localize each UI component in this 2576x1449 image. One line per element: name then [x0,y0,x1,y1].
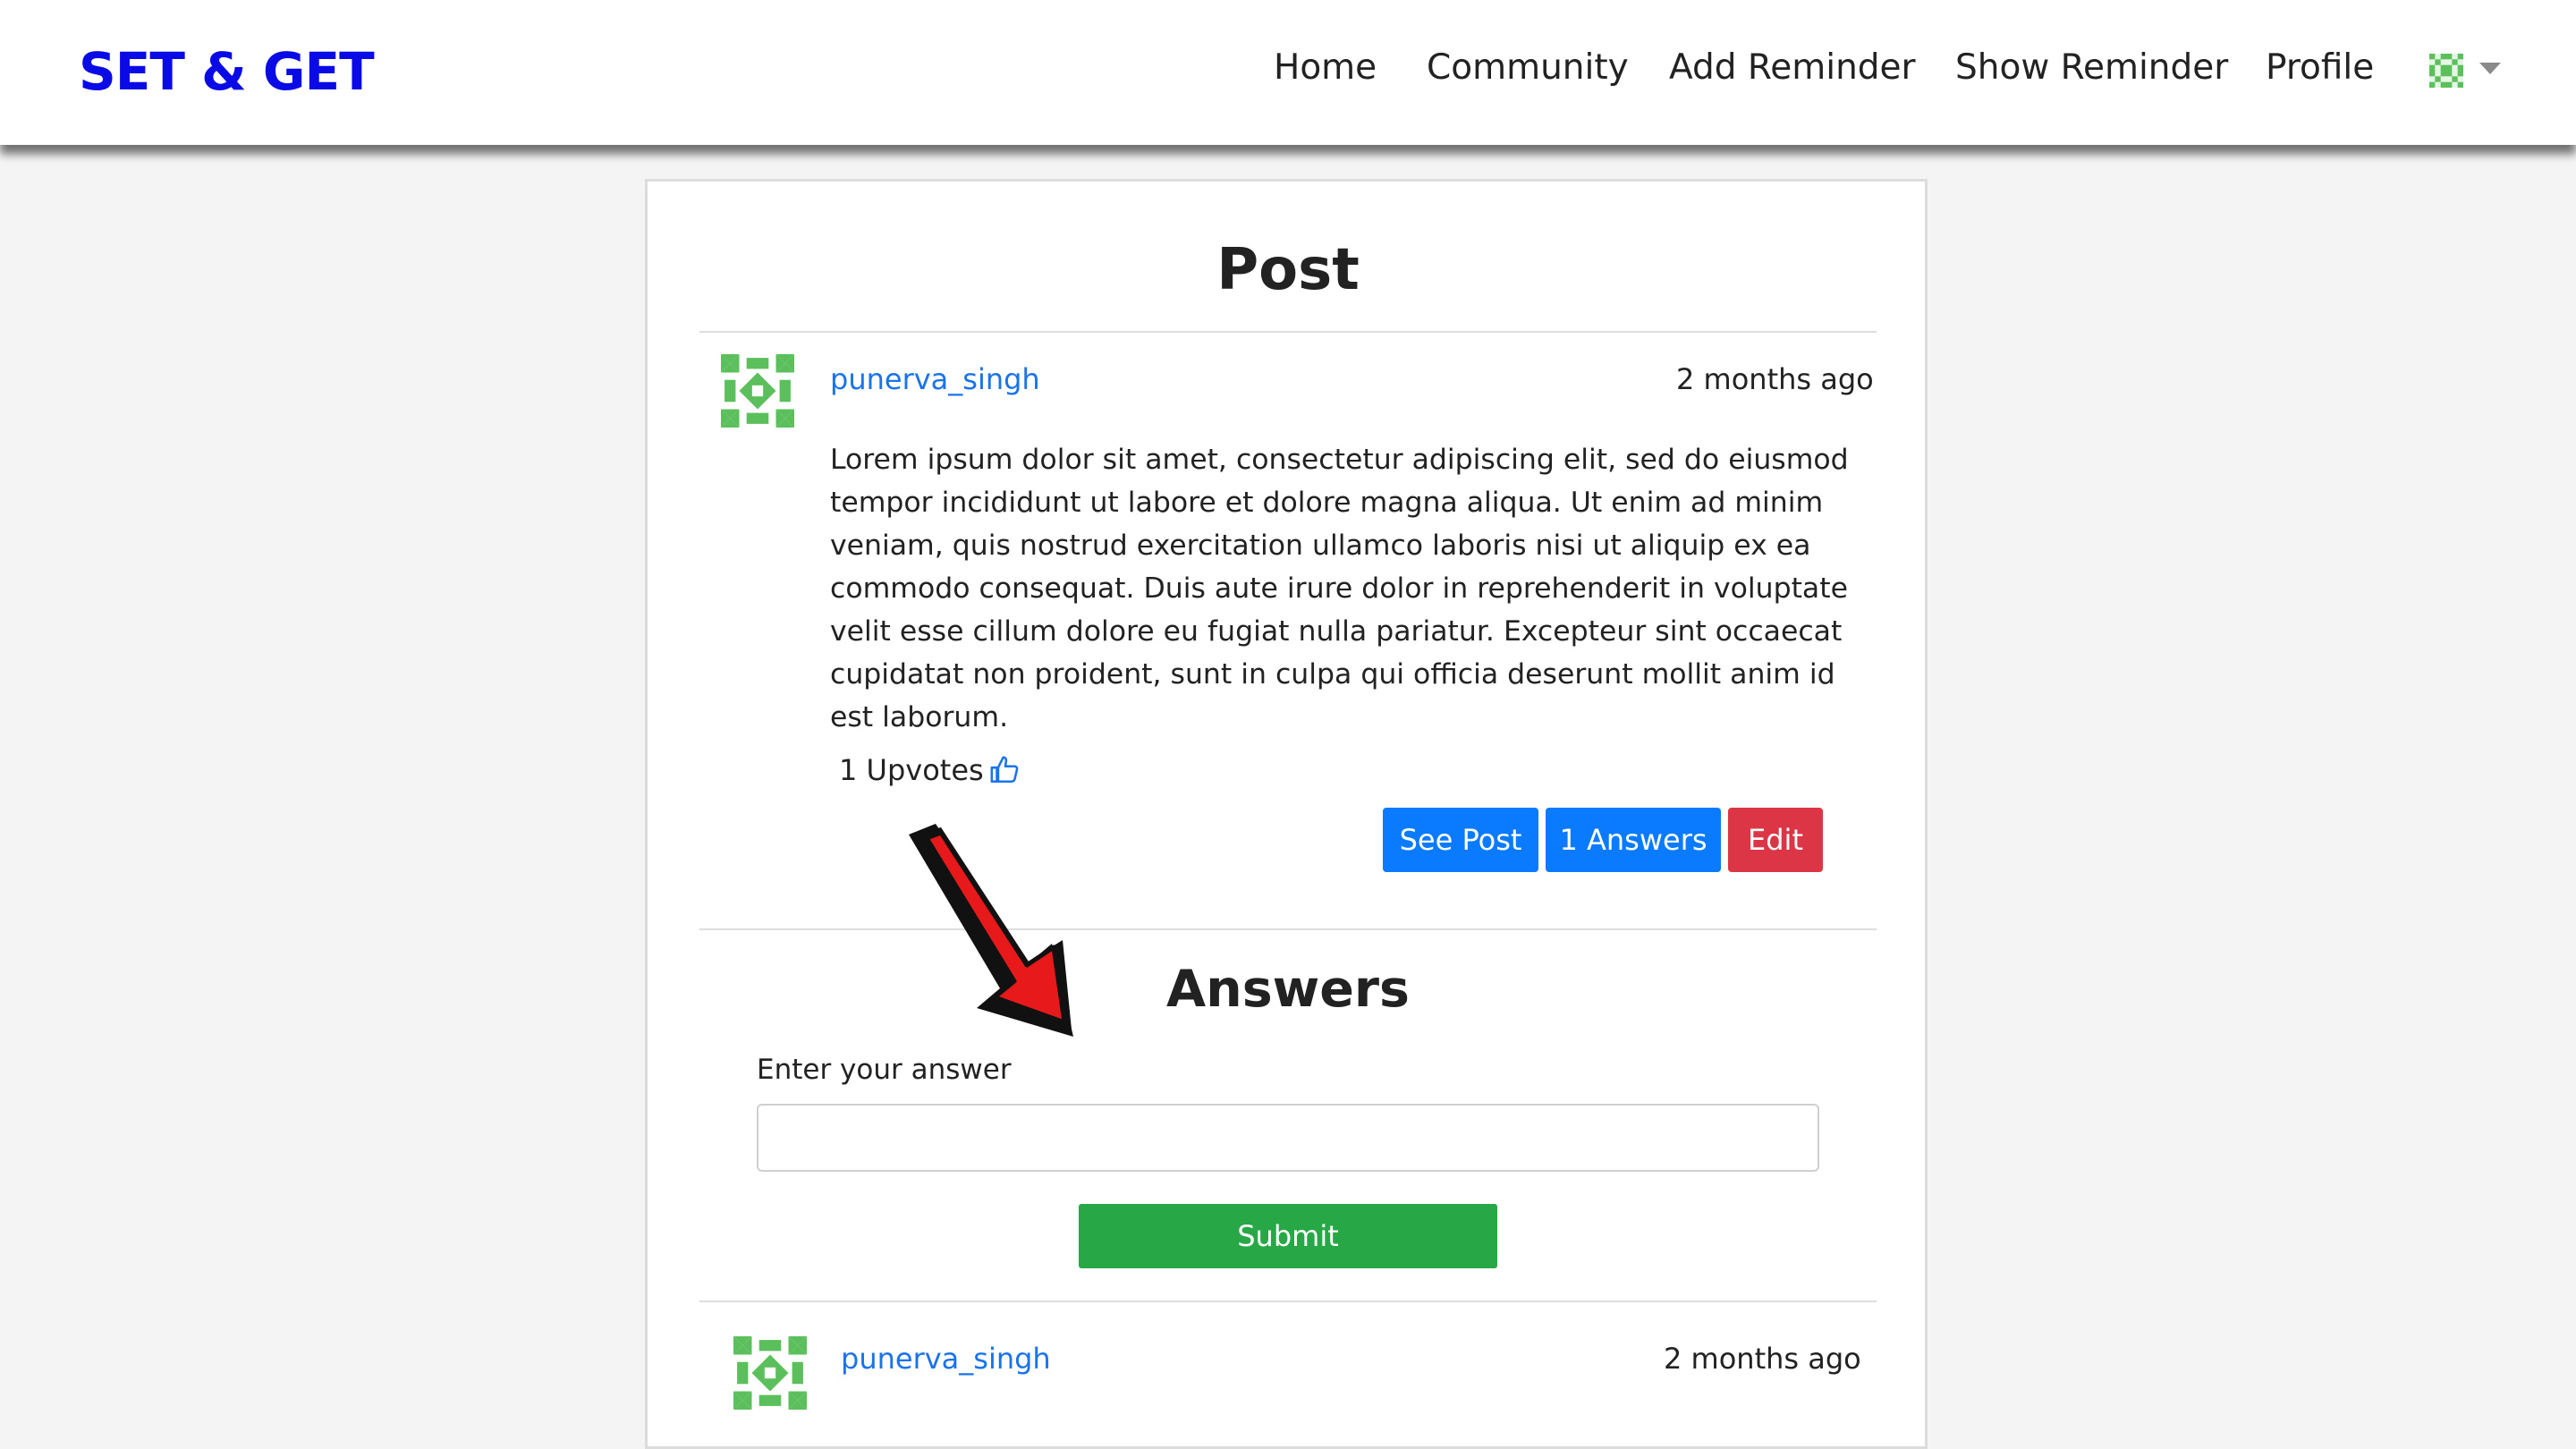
edit-button[interactable]: Edit [1728,808,1823,872]
nav-add-reminder[interactable]: Add Reminder [1669,43,1916,93]
answer-input[interactable] [757,1104,1819,1172]
post-body: Lorem ipsum dolor sit amet, consectetur … [830,444,1849,733]
nav-show-reminder[interactable]: Show Reminder [1955,43,2228,93]
answers-title: Answers [1166,960,1410,1019]
post-author-avatar-icon [721,354,794,428]
page-title: Post [1216,237,1360,303]
navbar: SET & GET Home Community Add Reminder Sh… [0,0,2576,145]
annotation-arrow-icon [909,824,1073,1037]
see-post-button[interactable]: See Post [1383,808,1538,872]
upvotes-label: 1 Upvotes [839,753,984,787]
upvotes: 1 Upvotes [839,750,1020,791]
brand-logo[interactable]: SET & GET [79,36,375,107]
caret-down-icon[interactable] [2479,63,2501,74]
divider [699,928,1877,930]
nav-community[interactable]: Community [1427,43,1629,93]
nav-home[interactable]: Home [1274,43,1377,93]
divider [699,331,1877,333]
answer-input-label: Enter your answer [757,1054,1012,1086]
post-author-username[interactable]: punerva_singh [830,360,1040,399]
thumbs-up-icon[interactable] [989,754,1020,786]
user-avatar-icon[interactable] [2429,54,2463,88]
answer-author-avatar-icon [733,1336,807,1410]
answer-author-username[interactable]: punerva_singh [841,1339,1051,1378]
answer-timestamp: 2 months ago [1664,1342,1861,1376]
post-timestamp: 2 months ago [1676,362,1874,396]
nav-profile[interactable]: Profile [2266,43,2374,93]
answers-button[interactable]: 1 Answers [1546,808,1721,872]
submit-answer-button[interactable]: Submit [1079,1204,1497,1268]
divider [699,1301,1877,1302]
